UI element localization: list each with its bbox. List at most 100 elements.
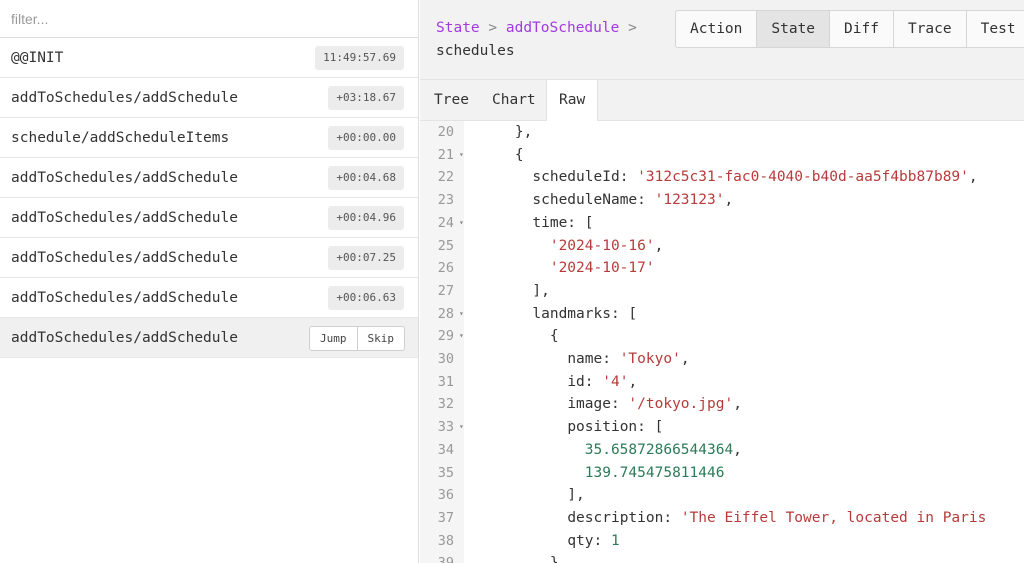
line-number: 29 xyxy=(437,328,454,345)
fold-toggle-icon[interactable]: ▾ xyxy=(459,212,464,235)
code-text: name: 'Tokyo', xyxy=(480,348,690,371)
code-token: [ xyxy=(628,305,638,322)
code-line: 26 '2024-10-17' xyxy=(420,257,1024,280)
code-token: , xyxy=(654,237,664,254)
code-token: , xyxy=(968,169,978,186)
line-number: 39 xyxy=(420,552,454,563)
tab-raw[interactable]: Raw xyxy=(546,80,599,121)
code-token: , xyxy=(733,396,742,413)
code-token: , xyxy=(680,351,690,367)
line-number: 23 xyxy=(437,192,454,209)
action-timestamp: +00:07.25 xyxy=(328,246,404,270)
code-token: { xyxy=(549,328,559,345)
breadcrumb-state[interactable]: State xyxy=(436,20,480,36)
action-timestamp: +03:18.67 xyxy=(328,86,404,110)
code-token: description: xyxy=(567,509,681,526)
code-token: '123123' xyxy=(654,192,725,209)
fold-toggle-icon[interactable]: ▾ xyxy=(459,325,464,348)
inspector-header: State > addToSchedule > schedules Action… xyxy=(420,0,1024,80)
action-item[interactable]: addToSchedules/addSchedule +00:04.68 xyxy=(0,158,418,198)
tab-state[interactable]: State xyxy=(756,11,830,47)
code-text: time: [ xyxy=(480,212,593,235)
action-item[interactable]: addToSchedules/addSchedule +00:07.25 xyxy=(0,238,418,278)
code-text: id: '4', xyxy=(480,371,637,394)
raw-code-editor[interactable]: 20 }, 21 ▾ {22 scheduleId: '312c5c31-fac0-… xyxy=(420,121,1024,563)
filter-input[interactable] xyxy=(0,0,418,38)
code-text: { xyxy=(480,144,524,167)
line-number: 33 xyxy=(437,419,454,436)
code-text: qty: 1 xyxy=(480,530,620,553)
code-line: 22 scheduleId: '312c5c31-fac0-4040-b40d-… xyxy=(420,166,1024,189)
tab-tree[interactable]: Tree xyxy=(422,80,481,120)
code-token: , xyxy=(733,441,742,458)
code-token: 'Tokyo' xyxy=(619,351,681,367)
tab-diff[interactable]: Diff xyxy=(829,11,893,47)
fold-toggle-icon[interactable]: ▾ xyxy=(459,416,464,439)
fold-toggle-icon[interactable]: ▾ xyxy=(459,144,464,167)
action-name: addToSchedules/addSchedule xyxy=(11,290,238,306)
code-text: }, xyxy=(480,121,532,144)
tab-action[interactable]: Action xyxy=(676,11,756,47)
code-line: 34 35.65872866544364, xyxy=(420,439,1024,462)
code-token: scheduleId: xyxy=(532,169,638,186)
action-item[interactable]: schedule/addScheduleItems +00:00.00 xyxy=(0,118,418,158)
action-item[interactable]: addToSchedules/addSchedule +03:18.67 xyxy=(0,78,418,118)
code-token: '312c5c31-fac0-4040-b40d-aa5f4bb87b89' xyxy=(637,169,969,186)
code-token: position: xyxy=(567,419,655,436)
action-name: addToSchedules/addSchedule xyxy=(11,250,238,266)
code-token: qty: xyxy=(567,532,611,549)
breadcrumb-separator: > xyxy=(619,20,637,36)
code-text: 139.745475811446 xyxy=(480,462,725,485)
action-timestamp: +00:04.96 xyxy=(328,206,404,230)
jump-button[interactable]: Jump xyxy=(310,327,357,350)
line-number: 37 xyxy=(437,509,454,526)
action-timestamp: 11:49:57.69 xyxy=(315,46,404,70)
action-name: schedule/addScheduleItems xyxy=(11,130,230,146)
code-token: , xyxy=(724,192,734,209)
inspector-panel: State > addToSchedule > schedules Action… xyxy=(420,0,1024,563)
action-name: addToSchedules/addSchedule xyxy=(11,330,238,346)
fold-toggle-icon[interactable]: ▾ xyxy=(459,303,464,326)
line-number: 34 xyxy=(437,441,454,458)
code-text: description: 'The Eiffel Tower, located … xyxy=(480,507,986,530)
code-token: 1 xyxy=(610,532,620,549)
line-number: 28 xyxy=(437,305,454,322)
code-token: '2024-10-16' xyxy=(549,237,655,254)
code-text: ], xyxy=(480,280,549,303)
breadcrumb-current: schedules xyxy=(436,43,515,59)
code-line: 20 }, xyxy=(420,121,1024,144)
code-line: 21 ▾ { xyxy=(420,144,1024,167)
action-item-selected[interactable]: addToSchedules/addSchedule Jump Skip xyxy=(0,318,418,358)
code-text: scheduleId: '312c5c31-fac0-4040-b40d-aa5… xyxy=(480,166,978,189)
tab-trace[interactable]: Trace xyxy=(892,11,966,47)
code-token: scheduleName: xyxy=(532,192,655,209)
line-number: 24 xyxy=(437,214,454,231)
code-line: 28 ▾ landmarks: [ xyxy=(420,303,1024,326)
code-token: } xyxy=(550,555,559,563)
code-line: 32 image: '/tokyo.jpg', xyxy=(420,393,1024,416)
line-number: 36 xyxy=(437,487,454,504)
action-item[interactable]: addToSchedules/addSchedule +00:06.63 xyxy=(0,278,418,318)
line-number: 35 xyxy=(437,464,454,481)
inspector-tabs: Action State Diff Trace Test xyxy=(675,10,1024,48)
tab-chart[interactable]: Chart xyxy=(480,80,548,120)
tab-test[interactable]: Test xyxy=(965,11,1024,47)
action-item-init[interactable]: @@INIT 11:49:57.69 xyxy=(0,38,418,78)
code-token: id: xyxy=(567,373,603,390)
code-token: 139.745475811446 xyxy=(584,464,725,481)
skip-button[interactable]: Skip xyxy=(356,327,405,350)
code-token: ], xyxy=(567,487,585,504)
code-token: '4' xyxy=(602,373,629,390)
code-token: 35.65872866544364 xyxy=(584,441,734,458)
action-item[interactable]: addToSchedules/addSchedule +00:04.96 xyxy=(0,198,418,238)
code-text: position: [ xyxy=(480,416,663,439)
line-number: 31 xyxy=(437,373,454,390)
code-text: } xyxy=(480,552,559,563)
code-line: 27 ], xyxy=(420,280,1024,303)
code-line: 29 ▾ { xyxy=(420,325,1024,348)
line-number: 32 xyxy=(437,396,454,413)
code-token: '2024-10-17' xyxy=(549,260,655,277)
breadcrumb-action[interactable]: addToSchedule xyxy=(506,20,620,36)
code-text: scheduleName: '123123', xyxy=(480,189,733,212)
code-token: time: xyxy=(532,214,585,231)
